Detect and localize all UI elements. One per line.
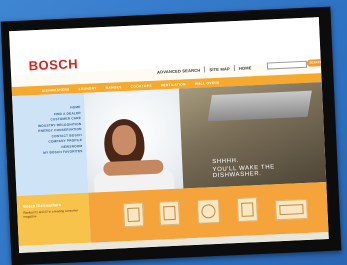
woman-face: [111, 124, 137, 156]
site-map-link[interactable]: SITE MAP: [209, 66, 230, 72]
dishwasher-icon[interactable]: [123, 202, 145, 228]
product-detail: [163, 205, 176, 221]
search-input[interactable]: [266, 60, 308, 70]
product-detail: [201, 204, 216, 219]
nav-ranges[interactable]: RANGES: [106, 85, 122, 90]
bosch-logo[interactable]: BOSCH: [28, 56, 78, 73]
hero-subheadline: YOU'LL WAKE THE DISHWASHER.: [212, 164, 275, 180]
home-link[interactable]: HOME: [239, 65, 252, 71]
product-detail: [241, 202, 254, 217]
woman-arm: [103, 159, 164, 177]
promo-text: Ranked #1 and #2 in a leading consumer m…: [23, 208, 79, 219]
nav-laundry[interactable]: LAUNDRY: [79, 86, 97, 91]
hero-banner[interactable]: SHHHH. YOU'LL WAKE THE DISHWASHER.: [178, 82, 327, 189]
cooktop-icon[interactable]: [275, 198, 308, 221]
promo-box[interactable]: Bosch Dishwashers Ranked #1 and #2 in a …: [16, 192, 91, 247]
divider: [204, 66, 206, 73]
nav-ventilation[interactable]: VENTILATION: [161, 82, 186, 87]
advanced-search-link[interactable]: ADVANCED SEARCH: [157, 67, 201, 74]
nav-dishwashers[interactable]: DISHWASHERS: [42, 87, 70, 92]
promo-title: Bosch Dishwashers: [22, 202, 62, 209]
top-nav: ADVANCED SEARCH SITE MAP HOME: [157, 64, 252, 74]
monitor-frame: BOSCH ADVANCED SEARCH SITE MAP HOME SEAR…: [0, 6, 342, 265]
product-detail: [279, 204, 304, 216]
site-header: BOSCH ADVANCED SEARCH SITE MAP HOME SEAR…: [9, 17, 325, 76]
hero-photo: [83, 88, 184, 193]
dishwasher-rack-image: [207, 90, 312, 122]
nav-wall-ovens[interactable]: WALL OVENS: [195, 80, 220, 85]
washer-icon[interactable]: [196, 198, 220, 224]
range-icon[interactable]: [158, 200, 181, 226]
hero-headline: SHHHH.: [212, 157, 239, 166]
divider: [233, 65, 235, 72]
nav-cooktops[interactable]: COOKTOPS: [130, 83, 151, 88]
browser-screen: BOSCH ADVANCED SEARCH SITE MAP HOME SEAR…: [9, 17, 329, 254]
refrigerator-icon[interactable]: [236, 197, 258, 223]
search-button[interactable]: SEARCH: [306, 58, 325, 67]
product-detail: [127, 207, 140, 223]
sidebar-links: HOME FIND A DEALER CUSTOMER CARE INDUSTR…: [17, 105, 83, 157]
